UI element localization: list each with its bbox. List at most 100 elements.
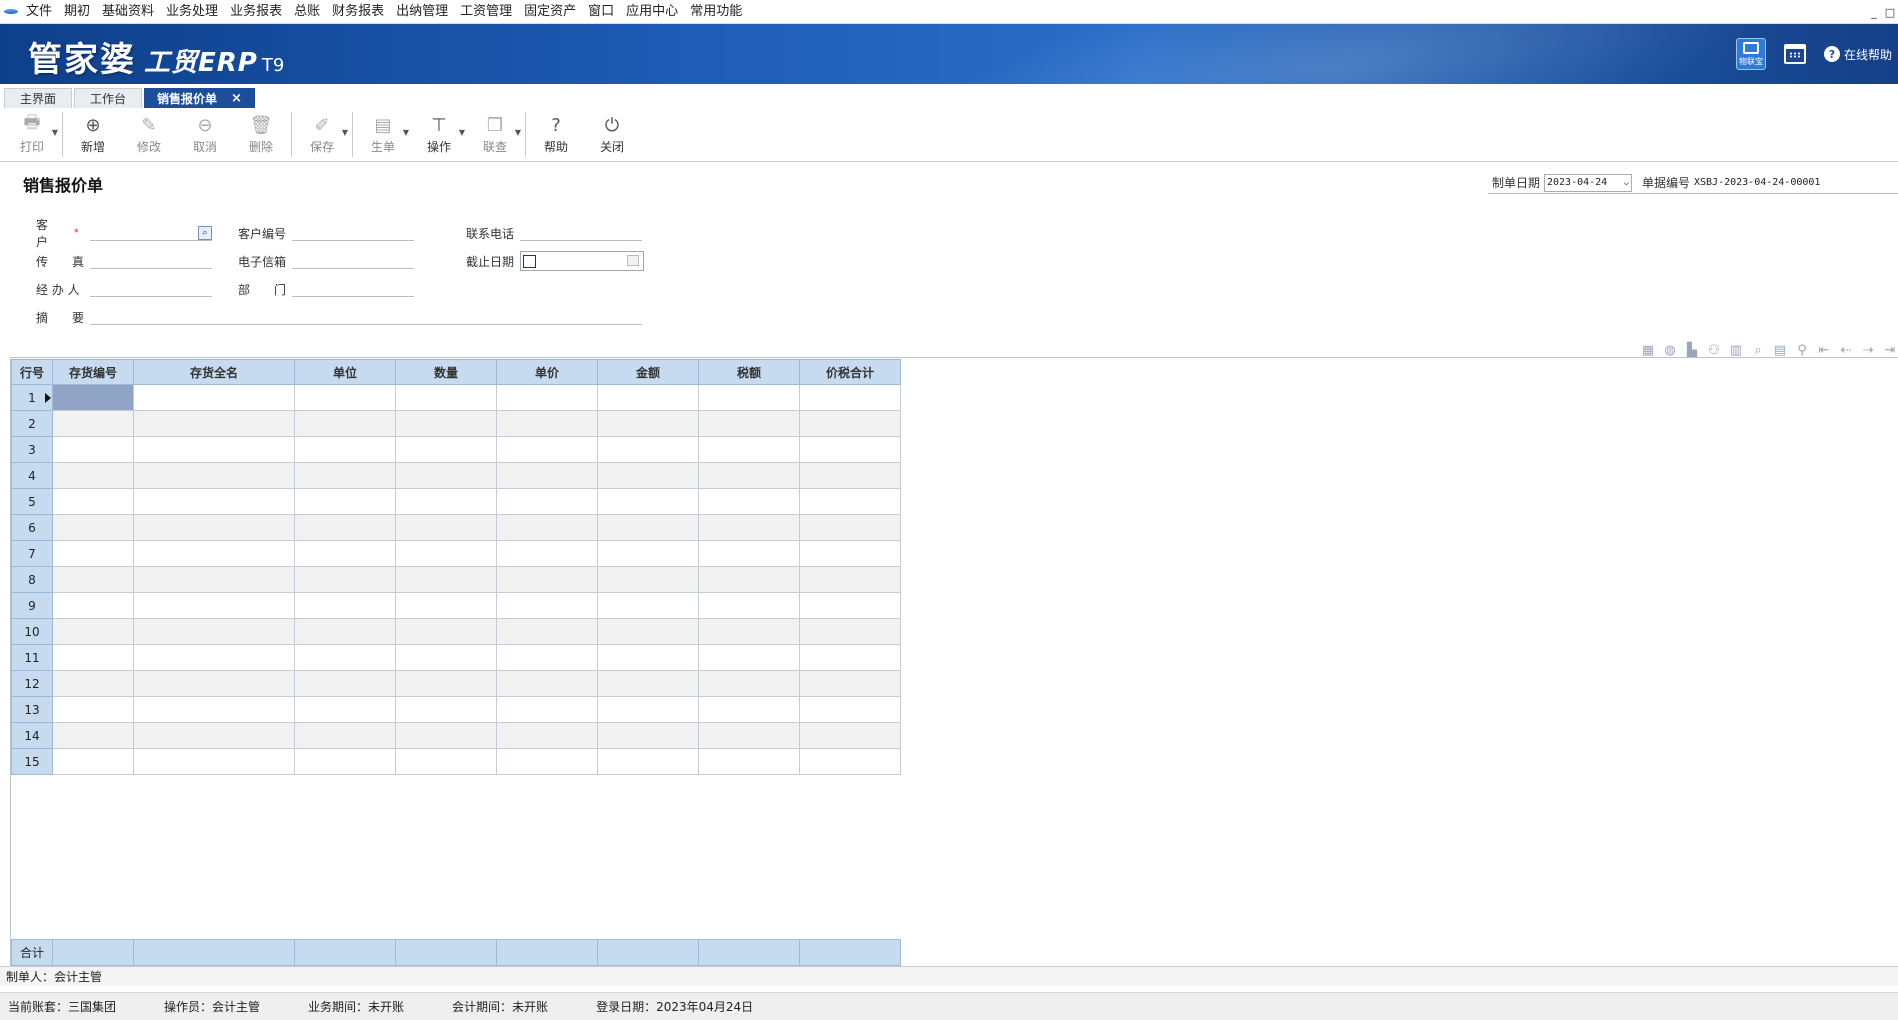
grid-cell[interactable] [496, 514, 598, 541]
table-row[interactable]: 15 [11, 748, 901, 775]
grid-cell[interactable] [52, 722, 134, 749]
grid-cell[interactable] [698, 748, 800, 775]
table-row[interactable]: 1 [11, 384, 901, 411]
column-header[interactable]: 存货全名 [133, 359, 295, 385]
grid-cell[interactable] [597, 488, 699, 515]
grid-cell[interactable] [133, 618, 295, 645]
menu-item[interactable]: 基础资料 [96, 0, 160, 24]
linked-query-button[interactable]: ❐ 联查 ▼ [467, 108, 523, 161]
grid-cell[interactable] [597, 696, 699, 723]
table-row[interactable]: 5 [11, 488, 901, 515]
grid-cell[interactable] [799, 696, 901, 723]
cancel-button[interactable]: ⊖ 取消 [177, 108, 233, 161]
grid-cell[interactable] [698, 462, 800, 489]
grid-cell[interactable] [294, 618, 396, 645]
table-row[interactable]: 3 [11, 436, 901, 463]
calendar-icon[interactable] [1783, 44, 1806, 64]
grid-cell[interactable] [597, 384, 699, 411]
column-header[interactable]: 数量 [395, 359, 497, 385]
grid-cell[interactable] [395, 566, 497, 593]
grid-cell[interactable] [496, 696, 598, 723]
grid-cell[interactable] [294, 592, 396, 619]
grid-cell[interactable] [799, 488, 901, 515]
grid-cell[interactable] [496, 566, 598, 593]
grid-cell[interactable] [496, 748, 598, 775]
grid-cell[interactable] [597, 592, 699, 619]
help-button[interactable]: ? 帮助 [528, 108, 584, 161]
grid-cell[interactable] [799, 618, 901, 645]
restore-icon[interactable]: □ [1882, 6, 1898, 19]
grid-cell[interactable] [799, 592, 901, 619]
org-icon[interactable]: ⚇ [1706, 342, 1722, 358]
grid-cell[interactable] [133, 748, 295, 775]
grid-cell[interactable] [52, 540, 134, 567]
grid-cell[interactable] [294, 670, 396, 697]
table-row[interactable]: 8 [11, 566, 901, 593]
grid-cell[interactable] [133, 722, 295, 749]
grid-cell[interactable] [597, 618, 699, 645]
grid-cell[interactable] [133, 462, 295, 489]
grid-cell[interactable] [597, 670, 699, 697]
grid-cell[interactable] [799, 410, 901, 437]
minimize-icon[interactable]: _ [1866, 6, 1882, 19]
calculator-grid-icon[interactable]: ▤ [1772, 342, 1788, 358]
comment-icon[interactable]: ◍ [1662, 342, 1678, 358]
grid-cell[interactable] [294, 696, 396, 723]
stock-chart-icon[interactable]: ▙ [1684, 342, 1700, 358]
grid-cell[interactable] [698, 488, 800, 515]
grid-cell[interactable] [698, 514, 800, 541]
table-row[interactable]: 12 [11, 670, 901, 697]
column-header[interactable]: 金额 [597, 359, 699, 385]
grid-cell[interactable] [133, 436, 295, 463]
dropdown-caret-icon[interactable]: ▼ [515, 128, 521, 137]
menu-item[interactable]: 应用中心 [620, 0, 684, 24]
grid-cell[interactable] [52, 488, 134, 515]
add-button[interactable]: ⊕ 新增 [65, 108, 121, 161]
grid-cell[interactable] [52, 514, 134, 541]
table-row[interactable]: 11 [11, 644, 901, 671]
grid-cell[interactable] [133, 514, 295, 541]
menu-item[interactable]: 窗口 [582, 0, 620, 24]
column-header[interactable]: 存货编号 [52, 359, 134, 385]
grid-cell[interactable] [496, 618, 598, 645]
table-row[interactable]: 2 [11, 410, 901, 437]
grid-cell[interactable] [597, 748, 699, 775]
grid-cell[interactable] [133, 566, 295, 593]
dropdown-caret-icon[interactable]: ▼ [52, 128, 58, 137]
menu-item[interactable]: 期初 [58, 0, 96, 24]
grid-cell[interactable] [133, 644, 295, 671]
grid-cell[interactable] [395, 410, 497, 437]
dropdown-caret-icon[interactable]: ▼ [342, 128, 348, 137]
grid-cell[interactable] [395, 488, 497, 515]
grid-cell[interactable] [597, 722, 699, 749]
grid-cell[interactable] [395, 514, 497, 541]
grid-cell[interactable] [698, 670, 800, 697]
grid-cell[interactable] [52, 592, 134, 619]
grid-cell[interactable] [52, 384, 134, 411]
tab-main[interactable]: 主界面 [4, 88, 72, 108]
next-record-icon[interactable]: ⇢ [1860, 342, 1876, 358]
grid-cell[interactable] [294, 566, 396, 593]
grid-cell[interactable] [799, 644, 901, 671]
grid-cell[interactable] [395, 644, 497, 671]
grid-cell[interactable] [496, 670, 598, 697]
grid-cell[interactable] [496, 540, 598, 567]
app-logo-icon[interactable] [0, 0, 22, 24]
table-row[interactable]: 10 [11, 618, 901, 645]
deadline-checkbox[interactable] [523, 254, 536, 268]
deadline-date-input[interactable] [520, 251, 644, 271]
trash-button[interactable]: 🗑 删除 [233, 108, 289, 161]
column-header[interactable]: 税额 [698, 359, 800, 385]
grid-cell[interactable] [294, 462, 396, 489]
grid-cell[interactable] [698, 722, 800, 749]
grid-cell[interactable] [799, 670, 901, 697]
customer-code-input[interactable] [292, 225, 414, 241]
grid-cell[interactable] [597, 514, 699, 541]
table-row[interactable]: 4 [11, 462, 901, 489]
grid-cell[interactable] [799, 436, 901, 463]
grid-cell[interactable] [395, 670, 497, 697]
grid-cell[interactable] [294, 384, 396, 411]
grid-cell[interactable] [133, 488, 295, 515]
dropdown-caret-icon[interactable]: ▼ [459, 128, 465, 137]
grid-cell[interactable] [294, 436, 396, 463]
